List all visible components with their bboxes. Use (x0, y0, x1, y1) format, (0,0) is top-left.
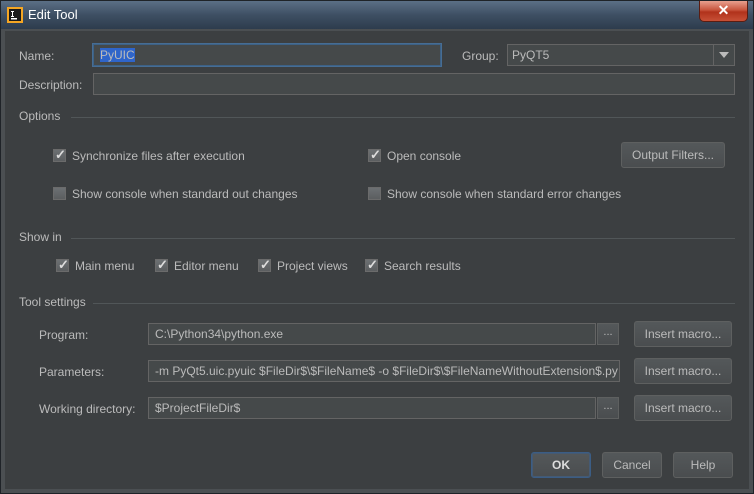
ok-button[interactable]: OK (531, 452, 591, 478)
working-directory-insert-macro-button[interactable]: Insert macro... (634, 395, 732, 421)
editor-menu-label[interactable]: Editor menu (174, 259, 239, 273)
group-value: PyQT5 (512, 48, 550, 62)
search-results-label[interactable]: Search results (384, 259, 461, 273)
main-menu-checkbox[interactable]: ✓ (56, 257, 69, 272)
editor-menu-checkbox[interactable]: ✓ (155, 257, 168, 272)
working-directory-browse-button[interactable]: ... (597, 397, 619, 419)
sync-files-checkbox[interactable]: ✓ (53, 147, 66, 162)
cancel-button[interactable]: Cancel (602, 452, 662, 478)
parameters-label: Parameters: (39, 365, 105, 379)
chevron-down-icon[interactable] (713, 45, 734, 65)
project-views-label[interactable]: Project views (277, 259, 348, 273)
group-select[interactable]: PyQT5 (507, 44, 735, 66)
open-console-label[interactable]: Open console (387, 149, 461, 163)
working-directory-input[interactable]: $ProjectFileDir$ (148, 397, 596, 419)
tool-settings-divider (93, 303, 735, 304)
program-input[interactable]: C:\Python34\python.exe (148, 323, 596, 345)
parameters-insert-macro-button[interactable]: Insert macro... (634, 358, 732, 384)
name-value: PyUIC (100, 48, 135, 62)
working-directory-label: Working directory: (39, 402, 136, 416)
sync-files-label[interactable]: Synchronize files after execution (72, 149, 245, 163)
show-console-stdout-label[interactable]: Show console when standard out changes (72, 187, 298, 201)
show-console-stdout-checkbox[interactable] (53, 187, 66, 200)
main-menu-label[interactable]: Main menu (75, 259, 134, 273)
open-console-checkbox[interactable]: ✓ (368, 147, 381, 162)
group-label: Group: (462, 49, 499, 63)
close-button[interactable]: ✕ (699, 1, 748, 22)
check-icon: ✓ (367, 257, 378, 272)
output-filters-button[interactable]: Output Filters... (621, 142, 725, 168)
title-bar[interactable]: Edit Tool ✕ (1, 1, 753, 29)
show-console-stderr-label[interactable]: Show console when standard error changes (387, 187, 621, 201)
show-console-stderr-checkbox[interactable] (368, 187, 381, 200)
check-icon: ✓ (370, 147, 381, 162)
project-views-checkbox[interactable]: ✓ (258, 257, 271, 272)
description-input[interactable] (93, 73, 735, 95)
description-label: Description: (19, 78, 83, 92)
window-title: Edit Tool (28, 7, 78, 22)
check-icon: ✓ (55, 147, 66, 162)
program-browse-button[interactable]: ... (597, 323, 619, 345)
search-results-checkbox[interactable]: ✓ (365, 257, 378, 272)
check-icon: ✓ (58, 257, 69, 272)
check-icon: ✓ (260, 257, 271, 272)
show-in-divider (71, 238, 735, 239)
intellij-app-icon (7, 7, 23, 23)
check-icon: ✓ (157, 257, 168, 272)
name-input[interactable]: PyUIC (93, 44, 441, 66)
show-in-heading: Show in (19, 230, 62, 244)
program-label: Program: (39, 328, 89, 342)
edit-tool-dialog: Edit Tool ✕ Name: PyUIC Group: PyQT5 Des… (0, 0, 754, 494)
parameters-input[interactable]: -m PyQt5.uic.pyuic $FileDir$\$FileName$ … (148, 360, 620, 382)
close-icon: ✕ (717, 2, 730, 18)
tool-settings-heading: Tool settings (19, 295, 86, 309)
options-divider (71, 117, 735, 118)
name-label: Name: (19, 49, 55, 63)
help-button[interactable]: Help (673, 452, 733, 478)
dialog-content: Name: PyUIC Group: PyQT5 Description: Op… (5, 31, 749, 489)
options-heading: Options (19, 109, 61, 123)
program-insert-macro-button[interactable]: Insert macro... (634, 321, 732, 347)
